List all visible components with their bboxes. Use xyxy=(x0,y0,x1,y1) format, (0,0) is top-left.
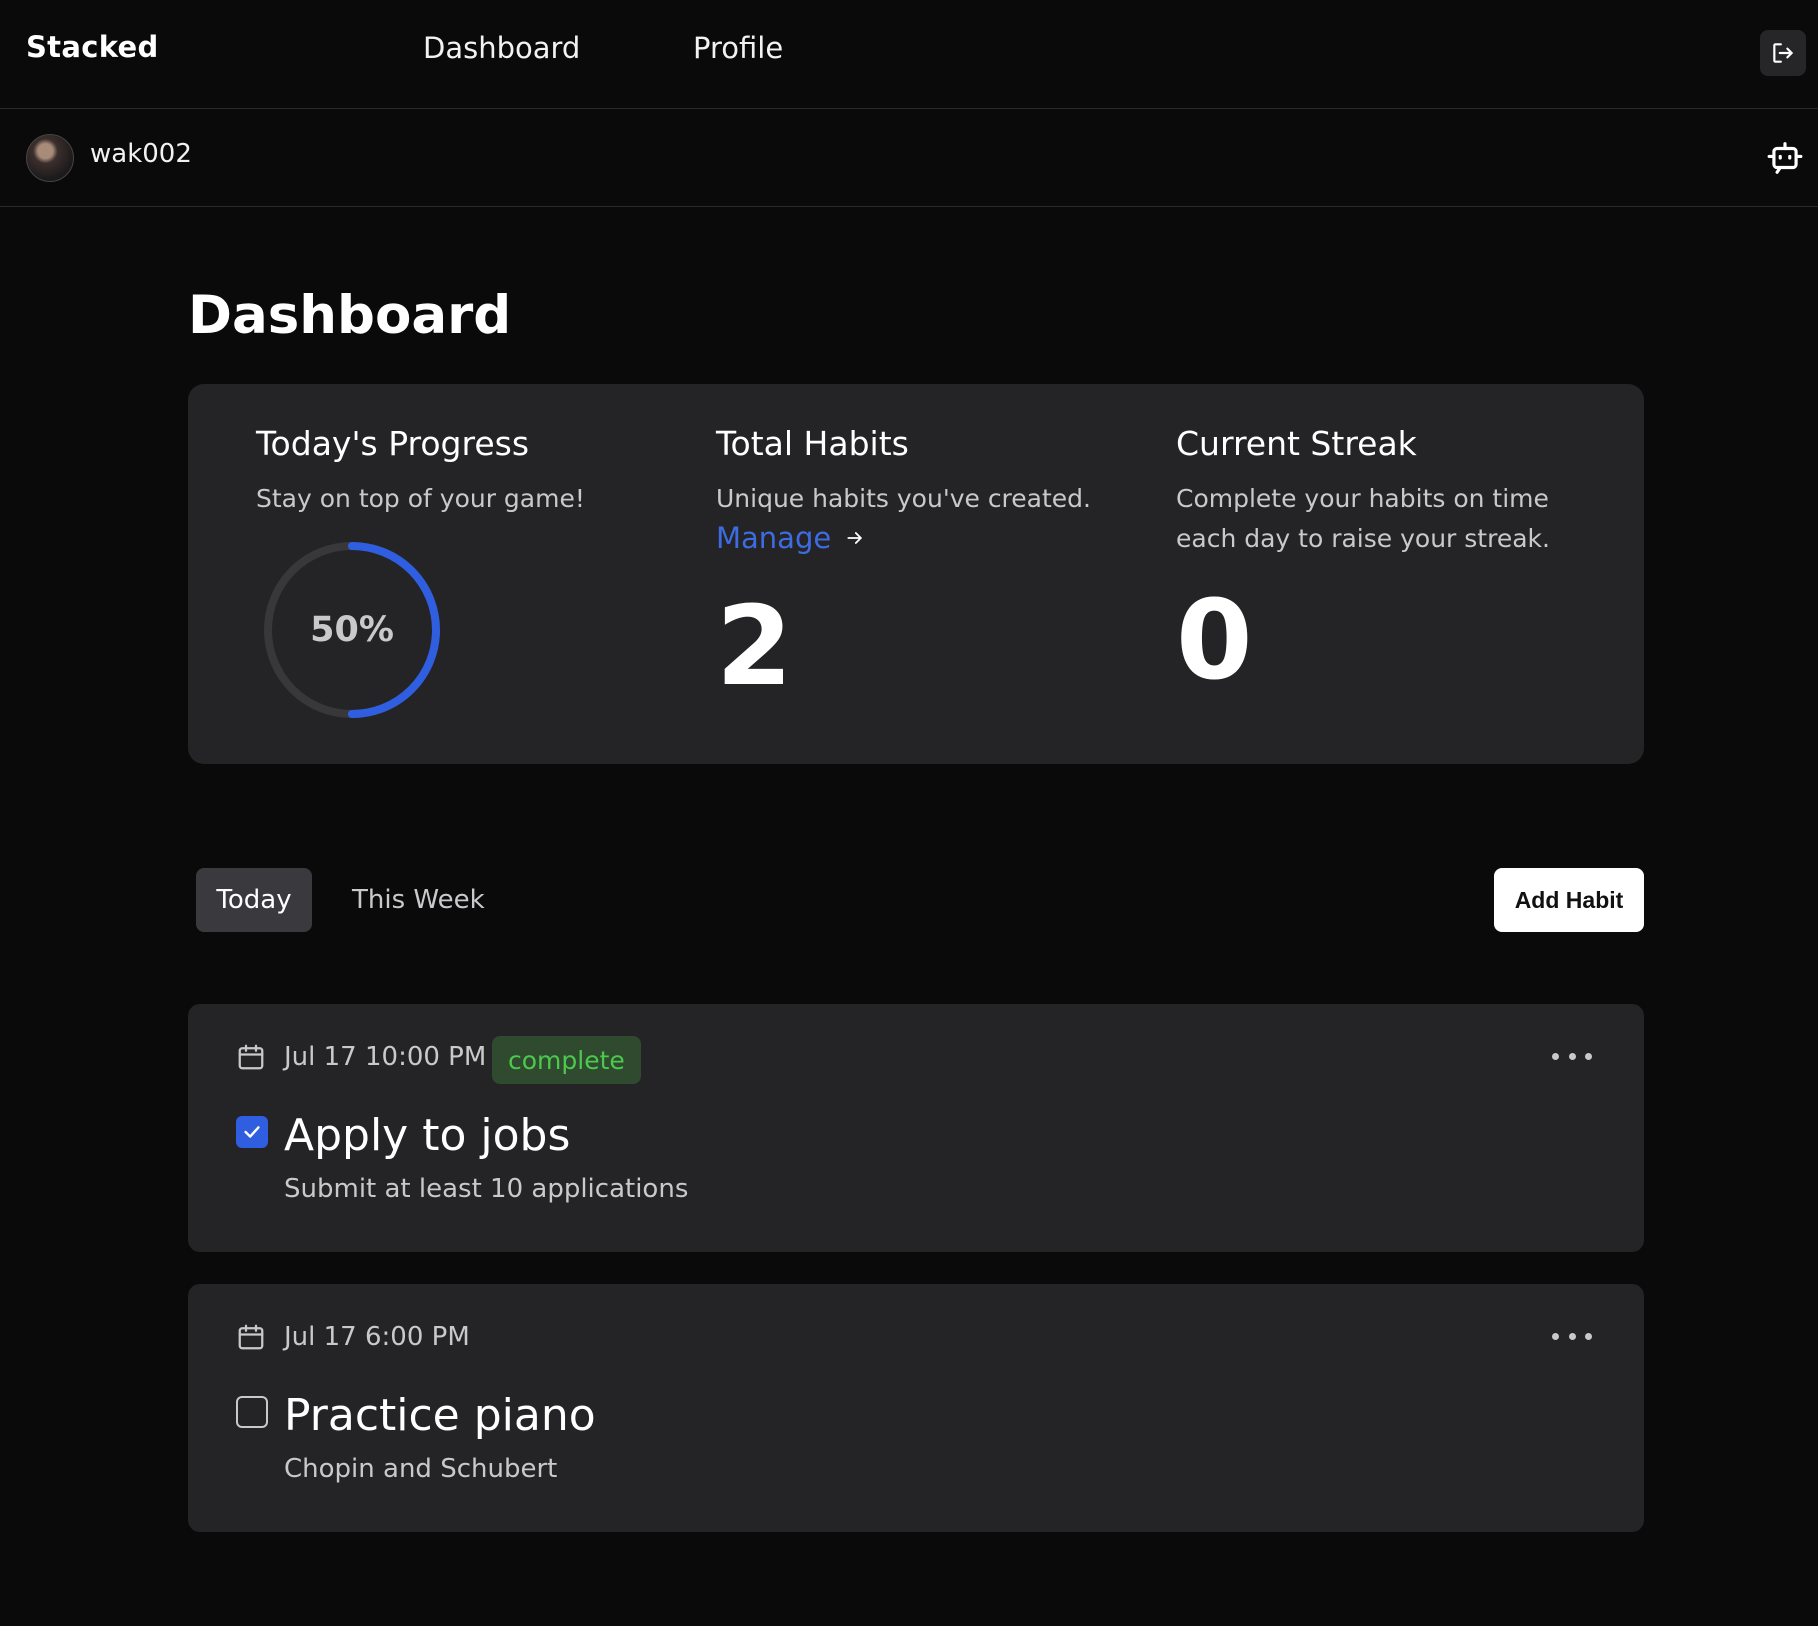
habit-date: Jul 17 6:00 PM xyxy=(284,1322,470,1352)
habit-date: Jul 17 10:00 PM xyxy=(284,1042,487,1072)
habit-title: Practice piano xyxy=(284,1390,596,1441)
stat-description: Unique habits you've created. xyxy=(716,484,1091,513)
stat-description: Stay on top of your game! xyxy=(256,484,585,513)
calendar-icon xyxy=(238,1044,264,1070)
dot xyxy=(1552,1332,1559,1340)
bot-icon xyxy=(1767,142,1803,174)
dot xyxy=(1568,1052,1576,1060)
habit-description: Submit at least 10 applications xyxy=(284,1174,689,1204)
logout-icon xyxy=(1773,43,1793,63)
habit-card: Jul 17 6:00 PM Practice piano Chopin and… xyxy=(188,1284,1644,1532)
stat-total-habits: Total Habits Unique habits you've create… xyxy=(716,424,1136,701)
habit-card: Jul 17 10:00 PM complete Apply to jobs S… xyxy=(188,1004,1644,1252)
add-habit-button[interactable]: Add Habit xyxy=(1494,868,1644,932)
stat-title: Today's Progress xyxy=(256,424,530,463)
habit-description: Chopin and Schubert xyxy=(284,1454,558,1484)
stat-title: Total Habits xyxy=(716,424,909,463)
manage-link-label: Manage xyxy=(716,521,832,555)
tab-today[interactable]: Today xyxy=(196,868,312,932)
dot xyxy=(1585,1332,1592,1340)
dot xyxy=(1585,1052,1592,1060)
stat-title: Current Streak xyxy=(1176,424,1417,463)
username: wak002 xyxy=(90,139,192,169)
page-title: Dashboard xyxy=(188,285,512,346)
arrow-right-icon xyxy=(847,532,862,544)
streak-count: 0 xyxy=(1176,576,1253,704)
habit-title: Apply to jobs xyxy=(284,1110,571,1161)
stat-today-progress: Today's Progress Stay on top of your gam… xyxy=(256,424,676,519)
habit-checkbox[interactable] xyxy=(236,1116,268,1148)
manage-habits-link[interactable]: Manage xyxy=(716,521,865,555)
calendar-icon xyxy=(238,1324,264,1350)
assistant-button[interactable] xyxy=(1762,135,1808,181)
brand-logo-text[interactable]: Stacked xyxy=(26,30,159,64)
habit-checkbox[interactable] xyxy=(236,1396,268,1428)
stats-card: Today's Progress Stay on top of your gam… xyxy=(188,384,1644,764)
dot xyxy=(1568,1332,1576,1340)
total-habits-count: 2 xyxy=(716,582,793,710)
top-nav-bar: Stacked Dashboard Profile xyxy=(0,0,1818,109)
dot xyxy=(1552,1052,1559,1060)
more-options-button[interactable] xyxy=(1552,1328,1592,1344)
tab-this-week[interactable]: This Week xyxy=(328,868,509,932)
nav-link-profile[interactable]: Profile xyxy=(693,31,783,65)
user-bar: wak002 xyxy=(0,109,1818,207)
avatar[interactable] xyxy=(26,134,74,182)
nav-link-dashboard[interactable]: Dashboard xyxy=(423,31,580,65)
status-badge: complete xyxy=(492,1036,641,1084)
more-options-button[interactable] xyxy=(1552,1048,1592,1064)
stat-current-streak: Current Streak Complete your habits on t… xyxy=(1176,424,1596,695)
logout-button[interactable] xyxy=(1760,30,1806,76)
check-icon xyxy=(244,1126,260,1138)
stat-description: Complete your habits on time each day to… xyxy=(1176,484,1550,553)
progress-percent: 50% xyxy=(310,610,394,650)
